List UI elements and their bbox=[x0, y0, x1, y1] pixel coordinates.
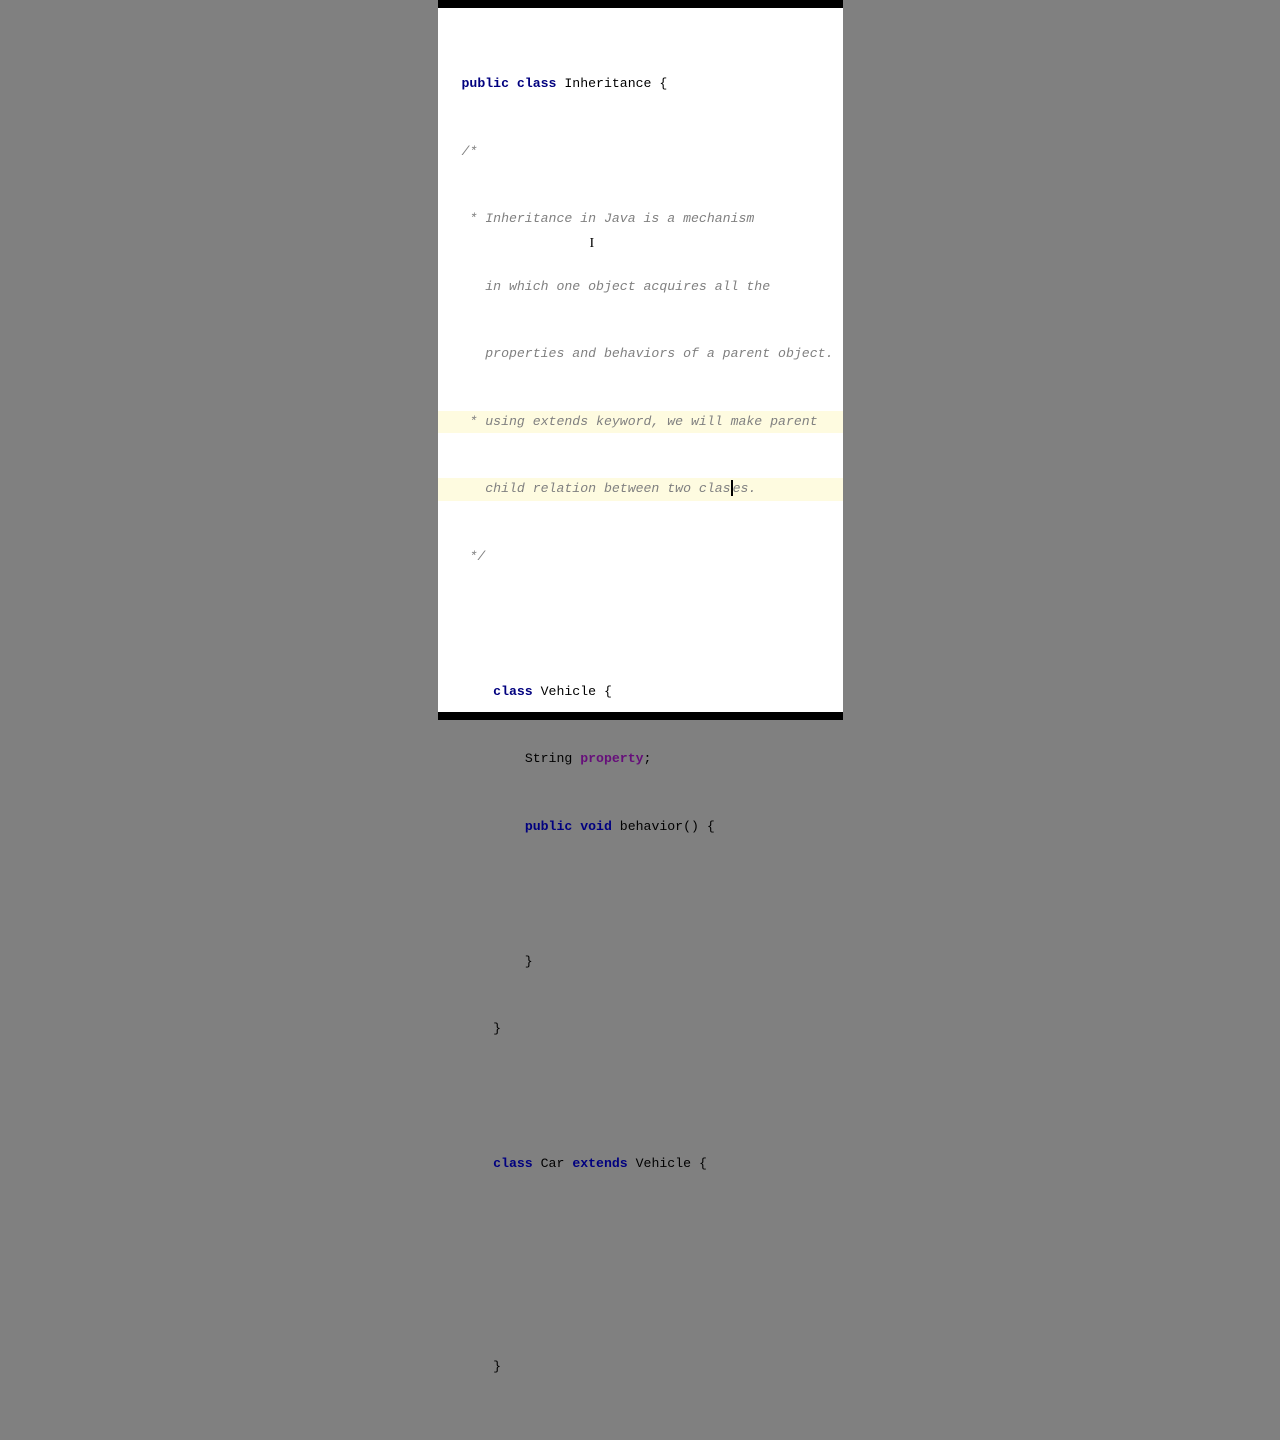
brace-close: } bbox=[462, 1359, 502, 1374]
comment: * Inheritance in Java is a mechanism bbox=[462, 211, 755, 226]
class-name: Vehicle { bbox=[628, 1156, 707, 1171]
brace-close: } bbox=[462, 1021, 502, 1036]
keyword-class: class bbox=[517, 76, 557, 91]
field-name: property bbox=[580, 751, 643, 766]
code-line[interactable]: in which one object acquires all the bbox=[438, 276, 843, 299]
comment: //behaviour implementation bbox=[556, 886, 762, 901]
code-line[interactable]: } bbox=[438, 1018, 843, 1041]
comment: es. bbox=[733, 481, 757, 496]
code-line[interactable] bbox=[438, 1423, 843, 1440]
indent bbox=[462, 819, 525, 834]
semicolon: ; bbox=[644, 751, 652, 766]
type-name: String bbox=[525, 751, 580, 766]
comment: child relation between two clas bbox=[462, 481, 731, 496]
code-line[interactable]: class Car extends Vehicle { bbox=[438, 1153, 843, 1176]
code-line[interactable]: public class Inheritance { bbox=[438, 73, 843, 96]
code-line[interactable]: * Inheritance in Java is a mechanism bbox=[438, 208, 843, 231]
code-line[interactable]: //behaviour implementation bbox=[438, 883, 843, 906]
code-line[interactable] bbox=[438, 1086, 843, 1109]
comment: // and behavior bbox=[462, 1291, 597, 1306]
keyword-class: class bbox=[493, 1156, 533, 1171]
comment: // It aquired all Vehicle class Properti… bbox=[462, 1224, 810, 1239]
code-line-active[interactable]: child relation between two clases. bbox=[438, 478, 843, 501]
indent bbox=[462, 886, 557, 901]
keyword-extends: extends bbox=[572, 1156, 627, 1171]
class-name: Inheritance { bbox=[556, 76, 667, 91]
indent bbox=[462, 1156, 494, 1171]
code-line[interactable]: public void behavior() { bbox=[438, 816, 843, 839]
mouse-cursor-icon: I bbox=[590, 233, 595, 256]
comment: * using extends keyword, we will make pa… bbox=[462, 414, 818, 429]
code-line[interactable] bbox=[438, 613, 843, 636]
keyword-public: public bbox=[462, 76, 509, 91]
keyword-void: void bbox=[580, 819, 612, 834]
comment: */ bbox=[462, 549, 486, 564]
code-line[interactable]: String property; bbox=[438, 748, 843, 771]
code-line[interactable]: properties and behaviors of a parent obj… bbox=[438, 343, 843, 366]
code-line[interactable]: } bbox=[438, 1356, 843, 1379]
code-line[interactable]: // It aquired all Vehicle class Properti… bbox=[438, 1221, 843, 1244]
keyword-public: public bbox=[525, 819, 572, 834]
code-line[interactable]: // and behavior bbox=[438, 1288, 843, 1311]
class-name: Vehicle { bbox=[533, 684, 612, 699]
code-editor-pane[interactable]: public class Inheritance { /* * Inherita… bbox=[438, 0, 843, 720]
brace-close: } bbox=[462, 954, 533, 969]
class-name: Car bbox=[533, 1156, 573, 1171]
code-line[interactable]: * using extends keyword, we will make pa… bbox=[438, 411, 843, 434]
keyword-class: class bbox=[493, 684, 533, 699]
code-line[interactable]: } bbox=[438, 951, 843, 974]
comment: /* bbox=[462, 144, 478, 159]
indent bbox=[462, 684, 494, 699]
code-line[interactable]: class Vehicle { bbox=[438, 681, 843, 704]
comment: properties and behaviors of a parent obj… bbox=[462, 346, 834, 361]
method-name: behavior() { bbox=[612, 819, 715, 834]
code-area[interactable]: public class Inheritance { /* * Inherita… bbox=[438, 8, 843, 1440]
code-line[interactable]: /* bbox=[438, 141, 843, 164]
comment: in which one object acquires all the bbox=[462, 279, 771, 294]
indent bbox=[462, 751, 525, 766]
code-line[interactable]: */ bbox=[438, 546, 843, 569]
